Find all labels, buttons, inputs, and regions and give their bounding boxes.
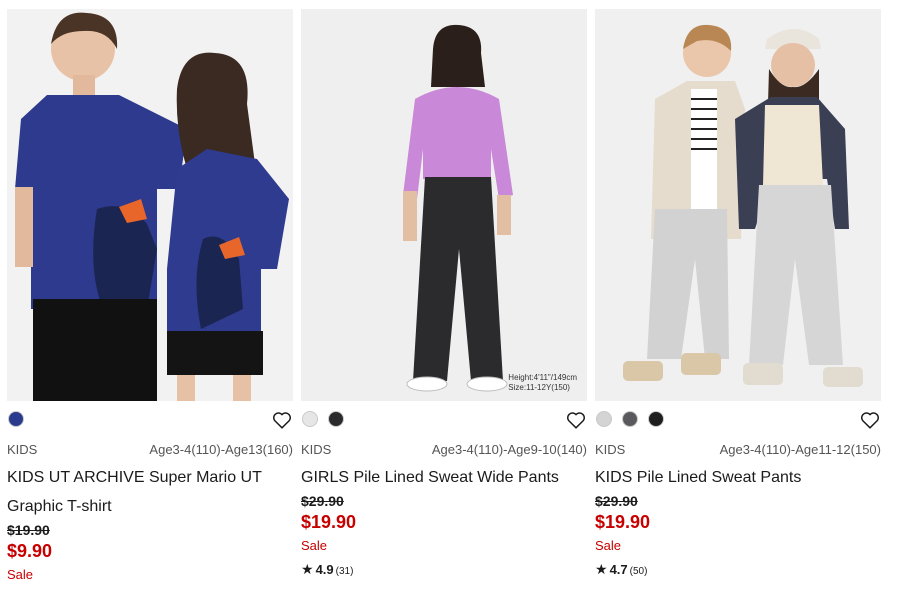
product-card[interactable]: KIDS Age3-4(110)-Age11-12(150) KIDS Pile…: [595, 9, 881, 606]
model-height: Height:4'11"/149cm: [508, 373, 577, 382]
rating-score: 4.7: [609, 562, 628, 577]
sale-price: $9.90: [7, 541, 53, 561]
sale-label: Sale: [595, 538, 622, 553]
color-swatch[interactable]: [302, 411, 318, 427]
color-swatch[interactable]: [622, 411, 638, 427]
heart-outline-icon[interactable]: [565, 409, 587, 431]
product-meta: KIDS Age3-4(110)-Age11-12(150): [595, 439, 881, 461]
product-name[interactable]: KIDS Pile Lined Sweat Pants: [595, 463, 881, 492]
product-meta: KIDS Age3-4(110)-Age9-10(140): [301, 439, 587, 461]
star-icon: ★: [301, 561, 314, 577]
product-grid: KIDS Age3-4(110)-Age13(160) KIDS UT ARCH…: [0, 0, 898, 606]
color-swatch[interactable]: [328, 411, 344, 427]
sale-price: $19.90: [595, 512, 651, 532]
product-category: KIDS: [595, 442, 626, 457]
product-size-range: Age3-4(110)-Age11-12(150): [719, 442, 881, 457]
model-size: Size:11-12Y(150): [508, 383, 570, 392]
heart-outline-icon[interactable]: [859, 409, 881, 431]
sale-label: Sale: [7, 567, 34, 582]
product-size-range: Age3-4(110)-Age9-10(140): [431, 442, 587, 457]
product-name[interactable]: KIDS UT ARCHIVE Super Mario UT Graphic T…: [7, 463, 293, 521]
product-category: KIDS: [301, 442, 332, 457]
sale-price: $19.90: [301, 512, 357, 532]
original-price: $19.90: [7, 522, 50, 538]
product-category: KIDS: [7, 442, 38, 457]
model-info: Height:4'11"/149cm Size:11-12Y(150): [508, 373, 577, 393]
product-card[interactable]: KIDS Age3-4(110)-Age13(160) KIDS UT ARCH…: [7, 9, 293, 606]
product-size-range: Age3-4(110)-Age13(160): [149, 442, 293, 457]
original-price: $29.90: [595, 493, 638, 509]
review-count: (31): [335, 566, 354, 577]
product-name[interactable]: GIRLS Pile Lined Sweat Wide Pants: [301, 463, 587, 492]
review-count: (50): [629, 566, 648, 577]
heart-outline-icon[interactable]: [271, 409, 293, 431]
product-image[interactable]: Height:4'11"/149cm Size:11-12Y(150): [301, 9, 587, 401]
rating-score: 4.9: [315, 562, 334, 577]
color-swatch[interactable]: [648, 411, 664, 427]
color-swatches: [301, 405, 587, 435]
product-card[interactable]: Height:4'11"/149cm Size:11-12Y(150) KIDS…: [301, 9, 587, 606]
color-swatches: [595, 405, 881, 435]
product-image[interactable]: [7, 9, 293, 401]
product-rating[interactable]: ★ 4.7 (50): [595, 558, 881, 583]
product-meta: KIDS Age3-4(110)-Age13(160): [7, 439, 293, 461]
star-icon: ★: [595, 561, 608, 577]
color-swatch[interactable]: [596, 411, 612, 427]
original-price: $29.90: [301, 493, 344, 509]
sale-label: Sale: [301, 538, 328, 553]
product-rating[interactable]: ★ 4.9 (31): [301, 558, 587, 583]
color-swatch[interactable]: [8, 411, 24, 427]
color-swatches: [7, 405, 293, 435]
product-image[interactable]: [595, 9, 881, 401]
